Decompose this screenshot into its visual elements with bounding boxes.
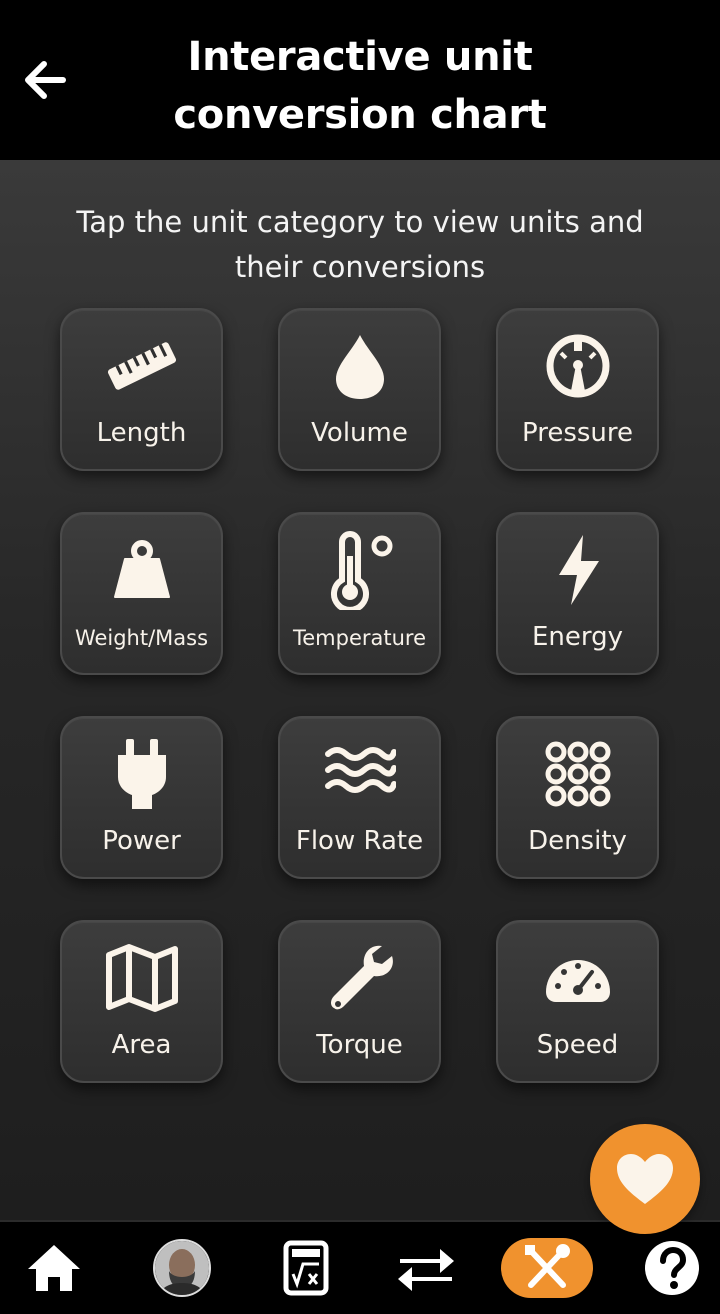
category-speed[interactable]: Speed: [496, 920, 659, 1083]
category-label: Density: [528, 826, 627, 856]
category-label: Energy: [531, 622, 624, 652]
category-label: Torque: [316, 1030, 403, 1060]
nav-convert[interactable]: [394, 1236, 458, 1300]
category-label: Temperature: [292, 626, 427, 650]
calculator-icon: [283, 1240, 329, 1296]
header-bar: Interactive unit conversion chart: [0, 0, 720, 160]
bottom-navigation: [0, 1220, 720, 1314]
back-button[interactable]: [22, 58, 68, 104]
thermometer-icon: [320, 530, 400, 610]
category-label: Power: [102, 826, 181, 856]
category-volume[interactable]: Volume: [278, 308, 441, 471]
water-waves-icon: [320, 734, 400, 814]
circles-grid-icon: [538, 734, 618, 814]
page-title: Interactive unit conversion chart: [173, 34, 547, 138]
wrench-icon: [320, 938, 400, 1018]
category-flow-rate[interactable]: Flow Rate: [278, 716, 441, 879]
category-area[interactable]: Area: [60, 920, 223, 1083]
favorite-button[interactable]: [590, 1124, 700, 1234]
category-density[interactable]: Density: [496, 716, 659, 879]
nav-profile[interactable]: [150, 1236, 214, 1300]
main-content: Tap the unit category to view units and …: [0, 160, 720, 1220]
category-label: Pressure: [521, 418, 634, 448]
category-label: Speed: [536, 1030, 619, 1060]
droplet-icon: [320, 326, 400, 406]
category-label: Volume: [311, 418, 408, 448]
plug-icon: [102, 734, 182, 814]
category-length[interactable]: Length: [60, 308, 223, 471]
weight-icon: [102, 530, 182, 610]
speedometer-icon: [538, 938, 618, 1018]
category-grid: Length Volume Pressure Weight/Mass Tempe…: [60, 308, 660, 1084]
category-weight-mass[interactable]: Weight/Mass: [60, 512, 223, 675]
nav-tools[interactable]: [501, 1238, 593, 1298]
nav-help[interactable]: [640, 1236, 704, 1300]
gauge-icon: [538, 326, 618, 406]
arrow-left-icon: [25, 61, 66, 99]
help-icon: [645, 1241, 699, 1295]
heart-icon: [617, 1154, 673, 1204]
category-pressure[interactable]: Pressure: [496, 308, 659, 471]
category-power[interactable]: Power: [60, 716, 223, 879]
avatar: [153, 1239, 211, 1297]
category-label: Area: [111, 1030, 172, 1060]
category-label: Length: [96, 418, 187, 448]
category-torque[interactable]: Torque: [278, 920, 441, 1083]
home-icon: [28, 1245, 80, 1291]
category-temperature[interactable]: Temperature: [278, 512, 441, 675]
nav-calculator[interactable]: [274, 1236, 338, 1300]
lightning-icon: [538, 530, 618, 610]
swap-arrows-icon: [398, 1249, 454, 1291]
nav-home[interactable]: [22, 1236, 86, 1300]
category-label: Flow Rate: [295, 826, 424, 856]
instructions-text: Tap the unit category to view units and …: [76, 205, 644, 284]
category-label: Weight/Mass: [74, 626, 209, 650]
map-icon: [102, 938, 182, 1018]
category-energy[interactable]: Energy: [496, 512, 659, 675]
ruler-icon: [102, 326, 182, 406]
tools-icon: [525, 1244, 570, 1288]
